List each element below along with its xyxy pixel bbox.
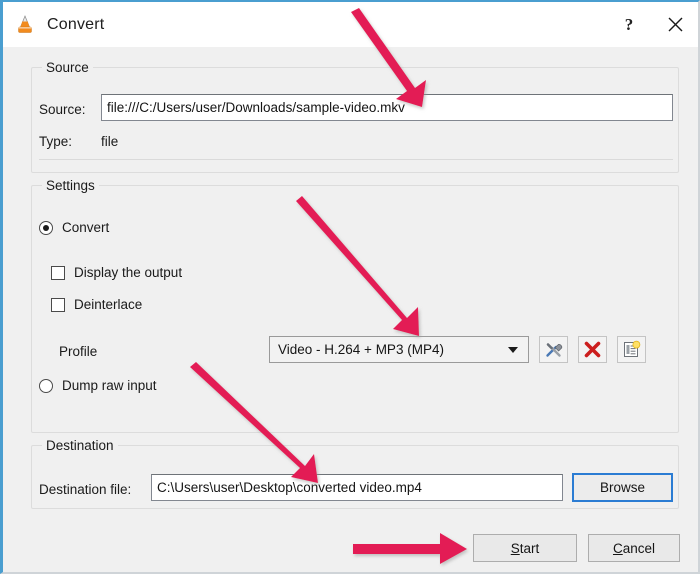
new-profile-button[interactable] — [617, 336, 646, 363]
type-label: Type: — [39, 134, 72, 149]
settings-group-title: Settings — [42, 178, 99, 193]
new-document-icon — [622, 340, 641, 359]
title-bar: Convert ? — [3, 2, 698, 47]
close-icon — [667, 16, 684, 33]
dump-raw-radio[interactable] — [39, 379, 53, 393]
source-label: Source: — [39, 102, 86, 117]
cancel-button[interactable]: Cancel — [588, 534, 680, 562]
type-value: file — [101, 134, 118, 149]
help-button[interactable]: ? — [606, 2, 652, 47]
profile-combo-value: Video - H.264 + MP3 (MP4) — [278, 342, 444, 357]
destination-file-label: Destination file: — [39, 482, 131, 497]
cancel-mnemonic: C — [613, 541, 623, 556]
source-input[interactable]: file:///C:/Users/user/Downloads/sample-v… — [101, 94, 673, 121]
start-button-label: Start — [511, 541, 540, 556]
vlc-cone-icon — [14, 14, 36, 36]
deinterlace-checkbox[interactable] — [51, 298, 65, 312]
convert-radio-label: Convert — [62, 220, 109, 235]
start-button[interactable]: Start — [473, 534, 577, 562]
start-mnemonic: S — [511, 541, 520, 556]
dialog-client-area: Source Source: file:///C:/Users/user/Dow… — [3, 47, 698, 572]
source-group-title: Source — [42, 60, 93, 75]
title-bar-buttons: ? — [606, 2, 698, 47]
profile-label: Profile — [59, 344, 97, 359]
close-button[interactable] — [652, 2, 698, 47]
start-rest: tart — [520, 541, 540, 556]
delete-profile-button[interactable] — [578, 336, 607, 363]
browse-button-label: Browse — [600, 480, 645, 495]
edit-profile-button[interactable] — [539, 336, 568, 363]
deinterlace-row[interactable]: Deinterlace — [51, 297, 142, 312]
title-bar-left: Convert — [3, 14, 606, 36]
profile-combo[interactable]: Video - H.264 + MP3 (MP4) — [269, 336, 529, 363]
convert-radio-row[interactable]: Convert — [39, 220, 109, 235]
browse-button[interactable]: Browse — [572, 473, 673, 502]
convert-dialog: Convert ? Source Source: file:///C:/User… — [0, 0, 700, 574]
destination-input[interactable]: C:\Users\user\Desktop\converted video.mp… — [151, 474, 563, 501]
cancel-button-label: Cancel — [613, 541, 655, 556]
red-x-icon — [583, 340, 602, 359]
display-output-checkbox[interactable] — [51, 266, 65, 280]
display-output-label: Display the output — [74, 265, 182, 280]
convert-radio[interactable] — [39, 221, 53, 235]
dump-raw-label: Dump raw input — [62, 378, 157, 393]
display-output-row[interactable]: Display the output — [51, 265, 182, 280]
deinterlace-label: Deinterlace — [74, 297, 142, 312]
dump-raw-radio-row[interactable]: Dump raw input — [39, 378, 157, 393]
cancel-rest: ancel — [623, 541, 655, 556]
window-title: Convert — [47, 16, 104, 34]
source-separator — [39, 159, 673, 160]
chevron-down-icon — [508, 347, 518, 353]
tools-icon — [544, 340, 563, 359]
destination-group-title: Destination — [42, 438, 118, 453]
